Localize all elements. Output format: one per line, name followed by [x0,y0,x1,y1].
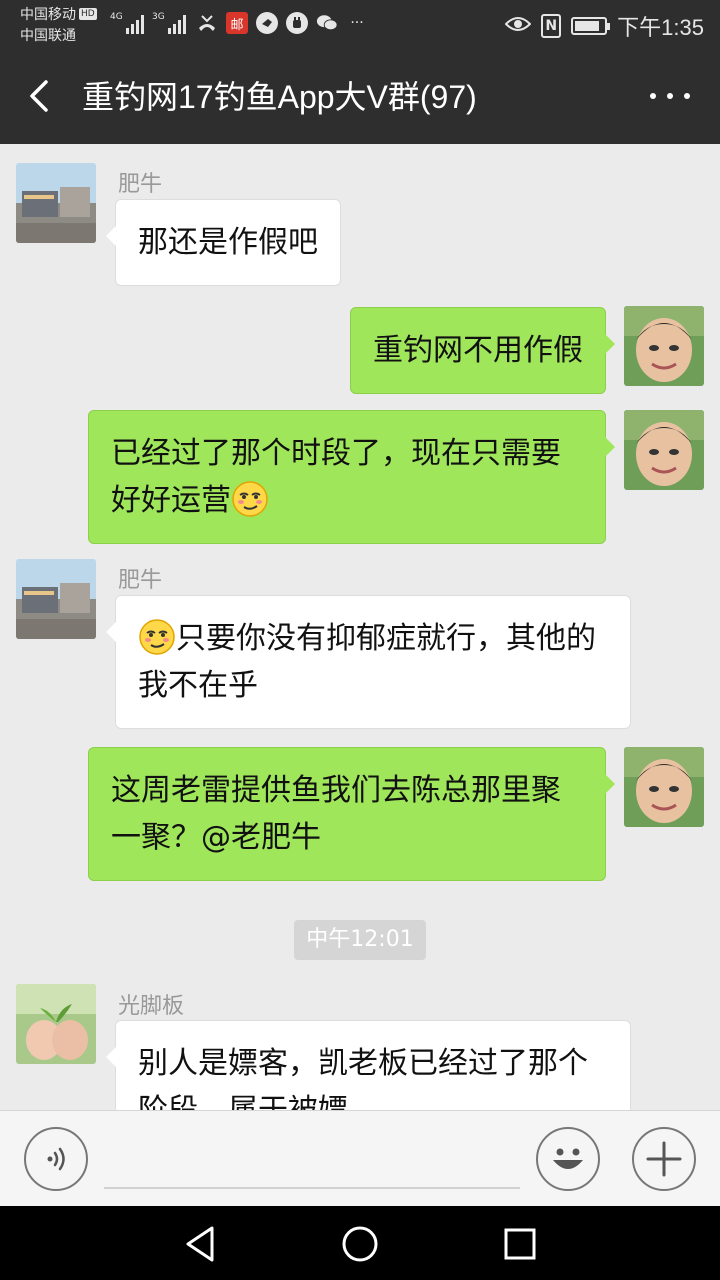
message-bubble[interactable]: 只要你没有抑郁症就行，其他的 我不在乎 [106,595,631,729]
message-bubble[interactable]: 已经过了那个时段了，现在只需要 好好运营 [88,410,615,544]
baby-hands-photo-avatar [16,984,96,1064]
missed-call-icon [196,12,218,34]
plus-icon [646,1141,682,1177]
message-bubble[interactable]: 那还是作假吧 [106,199,341,286]
back-arrow-icon [30,80,48,112]
message-bubble[interactable]: 这周老雷提供鱼我们去陈总那里聚 一聚？@老肥牛 [88,747,615,881]
eye-icon [504,15,532,37]
sender-name: 肥牛 [118,172,163,197]
voice-icon [47,1147,65,1171]
nav-back-icon [186,1226,214,1262]
avatar-feiniu[interactable] [16,163,96,243]
emoji-button[interactable] [536,1127,600,1191]
smug-face-emoji-icon [138,618,176,656]
carrier-1: 中国移动 [20,7,76,23]
child-photo-avatar [624,306,704,386]
bird-app-icon [256,12,278,34]
avatar-self[interactable] [624,410,704,490]
notification-icons: 邮 ··· [196,12,368,34]
message-bubble[interactable]: 重钓网不用作假 [350,307,615,394]
signal-2-icon: 3G [152,12,186,34]
nfc-icon: N [541,14,562,38]
nav-recent-icon [504,1228,536,1260]
avatar-feiniu[interactable] [16,559,96,639]
wechat-icon [316,12,338,34]
chat-header: 重钓网17钓鱼App大V群(97) [0,50,720,144]
emoji-icon [553,1148,583,1169]
message-input[interactable] [104,1133,520,1189]
system-status: N 下午1:35 [504,10,704,42]
carrier-info: 中国移动 HD 中国联通 [20,5,97,47]
message-input-bar [0,1110,720,1206]
nav-home-button[interactable] [340,1224,380,1264]
mail-app-icon: 邮 [226,12,248,34]
nav-recent-button[interactable] [500,1224,540,1264]
carrier-2: 中国联通 [20,28,76,44]
more-functions-button[interactable] [632,1127,696,1191]
status-bar: 中国移动 HD 中国联通 4G 3G 邮 ··· N 下午1:35 [0,0,720,50]
message-bubble[interactable]: 别人是嫖客，凯老板已经过了那个 阶段，属于被嫖 [106,1020,631,1110]
avatar-self[interactable] [624,306,704,386]
voice-button[interactable] [24,1127,88,1191]
signal-1-icon: 4G [110,12,144,34]
child-photo-avatar [624,410,704,490]
avatar-self[interactable] [624,747,704,827]
avatar-guangjiaoban[interactable] [16,984,96,1064]
status-time: 下午1:35 [617,15,704,40]
message-list[interactable]: 肥牛 那还是作假吧 重钓网不用作假 已经过了那个时段了，现在只需要 好好运营 肥… [0,144,720,1110]
hand-app-icon [286,12,308,34]
battery-icon [571,17,611,35]
sender-name: 肥牛 [118,568,163,593]
child-photo-avatar [624,747,704,827]
system-navigation-bar [0,1206,720,1280]
hd-badge: HD [79,8,97,20]
building-photo-avatar [16,163,96,243]
timestamp-divider: 中午12:01 [294,920,426,960]
more-options-button[interactable] [650,86,690,106]
smug-face-emoji-icon [231,480,269,518]
nav-back-button[interactable] [182,1224,222,1264]
more-dots-icon [650,93,656,99]
nav-home-icon [342,1226,378,1262]
building-photo-avatar [16,559,96,639]
chat-title: 重钓网17钓鱼App大V群(97) [82,79,477,115]
more-notifications-icon: ··· [350,15,364,31]
back-button[interactable] [22,76,62,116]
sender-name: 光脚板 [118,994,185,1019]
